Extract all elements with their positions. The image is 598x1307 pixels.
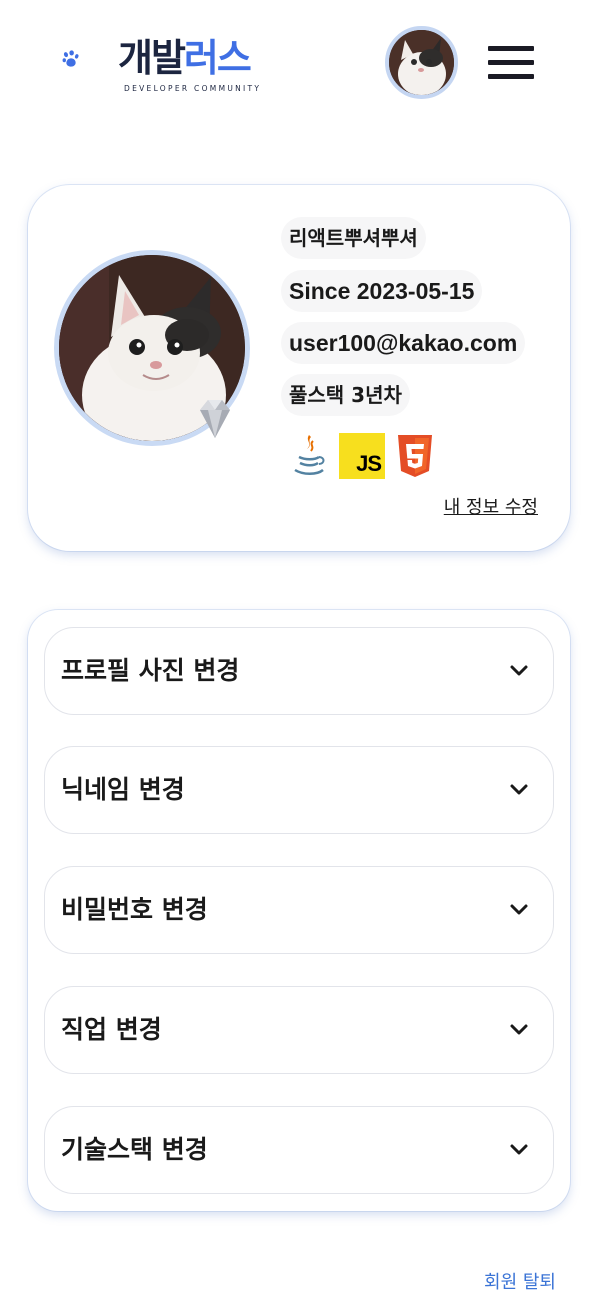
- accordion-label: 기술스택 변경: [61, 1135, 208, 1164]
- html5-icon: [398, 435, 432, 477]
- chevron-down-icon: [510, 1024, 528, 1035]
- nickname-pill: 리액트뿌셔뿌셔: [281, 217, 426, 259]
- accordion-label: 닉네임 변경: [61, 775, 185, 804]
- js-icon-label: JS: [356, 451, 382, 476]
- logo-subtitle: DEVELOPER COMMUNITY: [124, 84, 262, 93]
- accordion-nickname[interactable]: 닉네임 변경: [44, 746, 554, 834]
- tech-stack-list: JS: [289, 432, 435, 480]
- logo-text-dark: 개발: [118, 36, 186, 80]
- header: 개발 러스 DEVELOPER COMMUNITY: [0, 0, 598, 130]
- hamburger-menu-icon[interactable]: [488, 44, 536, 80]
- logo-text-blue: 러스: [183, 36, 252, 80]
- edit-profile-link[interactable]: 내 정보 수정: [444, 493, 538, 519]
- withdraw-link[interactable]: 회원 탈퇴: [484, 1268, 556, 1294]
- accordion-tech-stack[interactable]: 기술스택 변경: [44, 1106, 554, 1194]
- logo-paw-icon[interactable]: [62, 30, 122, 90]
- logo-wordmark[interactable]: 개발 러스: [118, 36, 252, 80]
- job-pill: 풀스택 3년차: [281, 374, 410, 416]
- java-icon: [294, 435, 325, 475]
- header-avatar[interactable]: [385, 26, 458, 99]
- accordion-label: 프로필 사진 변경: [61, 656, 240, 685]
- cat-avatar-image: [389, 30, 454, 95]
- chevron-down-icon: [510, 665, 528, 676]
- chevron-down-icon: [510, 904, 528, 915]
- accordion-job[interactable]: 직업 변경: [44, 986, 554, 1074]
- diamond-icon: [200, 400, 230, 438]
- chevron-down-icon: [510, 784, 528, 795]
- accordion-profile-photo[interactable]: 프로필 사진 변경: [44, 627, 554, 715]
- accordion-label: 직업 변경: [61, 1015, 162, 1044]
- chevron-down-icon: [510, 1144, 528, 1155]
- email-pill: user100@kakao.com: [281, 322, 526, 364]
- since-pill: Since 2023-05-15: [281, 270, 483, 312]
- accordion-label: 비밀번호 변경: [61, 895, 208, 924]
- javascript-icon: JS: [339, 433, 385, 479]
- accordion-password[interactable]: 비밀번호 변경: [44, 866, 554, 954]
